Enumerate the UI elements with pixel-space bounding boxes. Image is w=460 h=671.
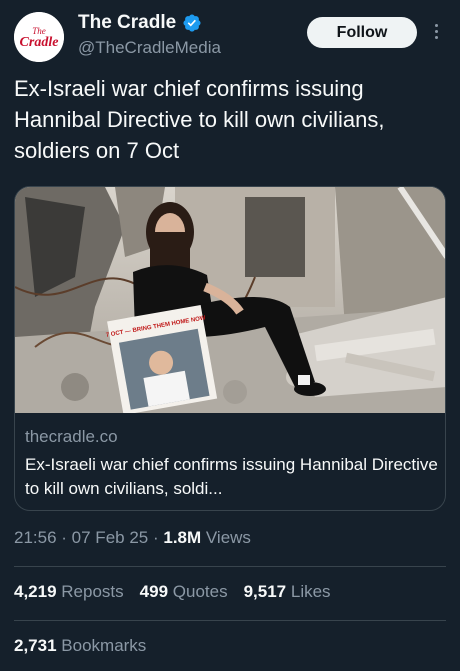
- avatar[interactable]: The Cradle: [14, 12, 64, 62]
- divider: [14, 566, 446, 567]
- reposts-label: Reposts: [61, 582, 124, 601]
- author-name-row[interactable]: The Cradle: [78, 12, 202, 34]
- card-title[interactable]: Ex-Israeli war chief confirms issuing Ha…: [25, 453, 439, 501]
- quotes-stat[interactable]: 499 Quotes: [140, 582, 228, 602]
- card-domain[interactable]: thecradle.co: [25, 427, 118, 447]
- views-label: Views: [205, 528, 251, 547]
- tweet-meta: 21:56 · 07 Feb 25 · 1.8M Views: [14, 528, 251, 548]
- rubble-photo: 7 OCT — BRING THEM HOME NOW: [15, 187, 445, 413]
- author-handle[interactable]: @TheCradleMedia: [78, 38, 221, 58]
- reposts-stat[interactable]: 4,219 Reposts: [14, 582, 124, 602]
- more-options-icon[interactable]: [430, 22, 442, 44]
- views-count: 1.8M: [163, 528, 202, 547]
- reposts-count: 4,219: [14, 582, 57, 601]
- likes-count: 9,517: [243, 582, 287, 601]
- follow-button[interactable]: Follow: [307, 17, 417, 48]
- bookmarks-stat[interactable]: 2,731 Bookmarks: [14, 636, 146, 656]
- tweet-header: The Cradle The Cradle @TheCradleMedia Fo…: [0, 0, 460, 68]
- bookmarks-count: 2,731: [14, 636, 57, 655]
- author-name[interactable]: The Cradle: [78, 12, 176, 34]
- verified-badge-icon: [183, 14, 201, 32]
- meta-separator: ·: [152, 528, 164, 547]
- cradle-logo-icon: The Cradle: [14, 12, 64, 62]
- meta-separator: ·: [61, 528, 72, 547]
- tweet-date[interactable]: 07 Feb 25: [72, 528, 149, 547]
- card-image[interactable]: 7 OCT — BRING THEM HOME NOW: [15, 187, 445, 413]
- bookmarks-label: Bookmarks: [61, 636, 147, 655]
- divider: [14, 620, 446, 621]
- quotes-label: Quotes: [172, 582, 228, 601]
- likes-stat[interactable]: 9,517 Likes: [244, 582, 331, 602]
- tweet-text: Ex-Israeli war chief confirms issuing Ha…: [14, 76, 385, 163]
- quotes-count: 499: [139, 582, 169, 601]
- likes-label: Likes: [290, 582, 331, 601]
- tweet-time[interactable]: 21:56: [14, 528, 57, 547]
- engagement-stats: 4,219 Reposts 499 Quotes 9,517 Likes: [14, 582, 331, 602]
- link-card[interactable]: 7 OCT — BRING THEM HOME NOW thecradle.co…: [14, 186, 446, 511]
- svg-text:Cradle: Cradle: [20, 35, 59, 50]
